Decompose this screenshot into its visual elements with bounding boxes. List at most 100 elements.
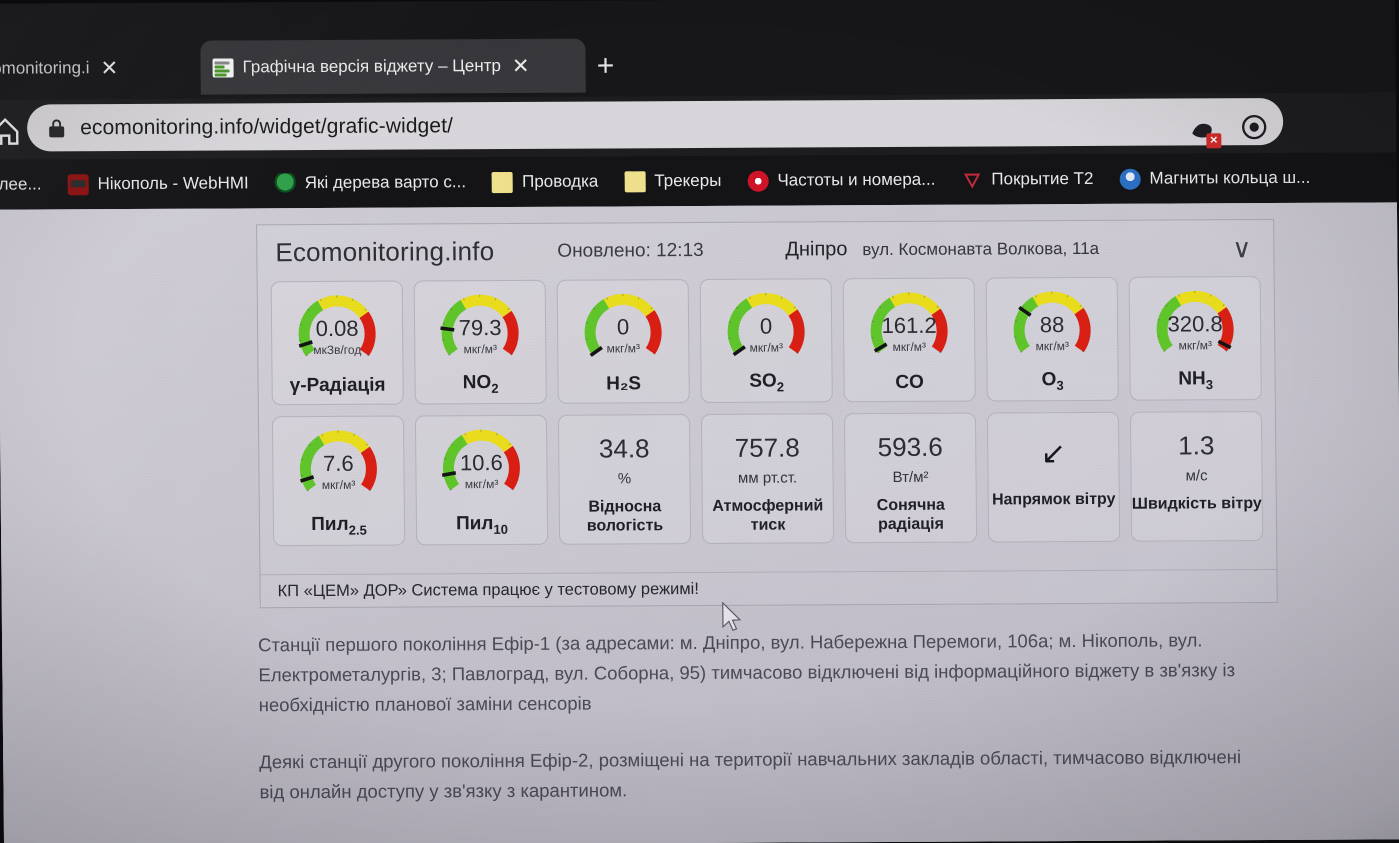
gauge-unit: мкг/м³ [1178,338,1213,353]
extension-blocked-icon[interactable]: ✕ [1187,115,1222,148]
gauge-dial: 88 мкг/м³ [998,284,1107,369]
new-tab-button[interactable]: + [585,48,625,86]
widget-footer: КП «ЦЕМ» ДОР» Система працює у тестовому… [260,568,1277,608]
gauge-dial: 7.6 мкг/м³ [284,423,393,508]
page-viewport: Ecomonitoring.info Оновлено: 12:13 Дніпр… [0,202,1399,843]
gauge-dial: 0 мкг/м³ [712,285,821,370]
gauge-label: H₂S [606,373,642,395]
gauge-unit: мкг/м³ [892,339,927,354]
gauge-unit: мкг/м³ [464,477,499,492]
city-label: Дніпро [785,238,848,261]
bookmark-item[interactable]: Трекеры [611,170,734,192]
readout-card: 34.8 % Відносна вологість [557,414,692,545]
gauge-dial: 10.6 мкг/м³ [427,422,536,507]
gauge-card: 7.6 мкг/м³ Пил2.5 [271,415,406,547]
readout-unit: % [617,470,632,488]
folder-icon [624,170,646,192]
close-icon[interactable]: ✕ [98,57,120,80]
t2-icon [961,169,982,190]
gauge-card: 0 мкг/м³ H₂S [556,279,690,404]
lock-icon [49,118,65,137]
tab-strip: ad.ecomonitoring.i ✕ Графічна версія від… [0,34,1396,99]
gauge-card: 10.6 мкг/м³ Пил10 [414,414,549,546]
gauge-dial: 320.8 мкг/м³ [1141,283,1250,368]
footer-text: КП «ЦЕМ» ДОР» Система працює у тестовому… [277,579,699,600]
address-bar[interactable]: ecomonitoring.info/widget/grafic-widget/… [26,97,1284,152]
gauge-value: 10.6 [459,450,503,476]
bookmark-label: Які дерева варто с... [304,172,467,193]
chevron-down-icon[interactable]: ∨ [1232,233,1251,263]
gauge-unit: мкг/м³ [606,341,641,356]
wind-speed-label: Швидкість вітру [1131,495,1262,513]
gauge-dial: 0.08 мкЗв/год [283,288,392,373]
gauge-card: 88 мкг/м³ O3 [985,276,1119,402]
toolbar-icons: ✕ [1187,112,1269,148]
bookmark-label: елее... [0,174,42,194]
gauge-value: 0.08 [315,315,359,342]
wind-speed-value: 1.3 [1178,430,1215,461]
tab-active[interactable]: Графічна версія віджету – Центр ✕ [200,38,586,95]
bookmarks-bar: елее... Нікополь - WebHMI Які дерева вар… [0,152,1397,210]
close-icon[interactable]: ✕ [510,54,532,77]
readout-value: 757.8 [734,432,800,463]
notice-paragraph-2: Деякі станції другого покоління Ефір-2, … [259,746,1242,803]
gauge-value: 88 [1039,312,1065,338]
gauge-dial: 0 мкг/м³ [569,286,678,371]
readout-label: Сонячна радіація [876,496,945,533]
gauge-value: 320.8 [1167,311,1223,337]
gauge-card: 79.3 мкг/м³ NO2 [413,279,547,405]
readout-label: Атмосферний тиск [712,497,824,534]
bookmark-label: Проводка [521,171,599,191]
wind-speed-unit: м/с [1185,467,1208,485]
bookmark-item[interactable]: Частоты и номера... [734,169,948,192]
bookmark-item[interactable]: Нікополь - WebHMI [54,173,261,195]
gauge-value: 0 [616,314,630,340]
gauge-dial: 161.2 мкг/м³ [855,285,964,370]
webhmi-icon [67,173,89,195]
gauge-card: 0 мкг/м³ SO2 [699,278,833,403]
gauge-unit: мкг/м³ [463,342,498,357]
readout-value: 593.6 [877,431,943,463]
readout-card: 757.8 мм рт.ст. Атмосферний тиск [700,413,835,544]
bookmark-item[interactable]: елее... [0,174,55,194]
widget-brand: Ecomonitoring.info [275,236,495,268]
browser-chrome: ad.ecomonitoring.i ✕ Графічна версія від… [0,0,1396,104]
gauge-card: 161.2 мкг/м³ CO [842,277,976,403]
tree-icon [274,172,296,194]
bookmark-item[interactable]: Які дерева варто с... [262,172,480,194]
bookmark-label: Нікополь - WebHMI [97,173,249,194]
bookmark-label: Магниты кольца ш... [1149,167,1311,188]
tab-background[interactable]: ad.ecomonitoring.i ✕ [0,41,179,96]
metrics-grid: 0.08 мкЗв/год γ-Радіація 79.3 мкг/м³ NO2… [270,276,1264,547]
bookmark-label: Трекеры [654,170,722,191]
gauge-label: NO2 [462,372,499,397]
wind-direction-arrow-icon: ↙ [1040,437,1067,471]
magnet-icon [1119,168,1141,190]
gauge-label: Пил10 [455,513,509,538]
bookmark-item[interactable]: Покрытие Т2 [948,168,1106,190]
gauge-card: 320.8 мкг/м³ NH3 [1128,276,1262,401]
gauge-dial: 79.3 мкг/м³ [426,287,535,372]
gauge-label: NH3 [1178,368,1214,393]
folder-icon [491,171,514,193]
blocked-badge: ✕ [1206,132,1222,148]
gauge-label: CO [895,371,924,393]
gauge-value: 0 [759,313,773,339]
readout-unit: Вт/м² [892,468,929,486]
gauge-unit: мкг/м³ [749,340,784,355]
bookmark-item[interactable]: Магниты кольца ш... [1106,167,1323,190]
gauge-value: 161.2 [881,312,937,339]
gauge-unit: мкЗв/год [313,342,362,358]
home-icon[interactable] [0,112,27,148]
gauge-unit: мкг/м³ [1035,339,1070,354]
gauge-value: 79.3 [458,315,502,341]
gauge-label: O3 [1041,369,1064,394]
gauge-label: SO2 [749,370,785,395]
bookmark-item[interactable]: Проводка [479,171,611,193]
gauge-value: 7.6 [322,450,354,476]
target-icon[interactable] [1239,112,1269,147]
wind-speed-card: 1.3 м/с Швидкість вітру [1129,411,1264,542]
eco-widget: Ecomonitoring.info Оновлено: 12:13 Дніпр… [256,218,1278,609]
updated-label: Оновлено: 12:13 [557,239,704,262]
readout-unit: мм рт.ст. [737,469,798,487]
